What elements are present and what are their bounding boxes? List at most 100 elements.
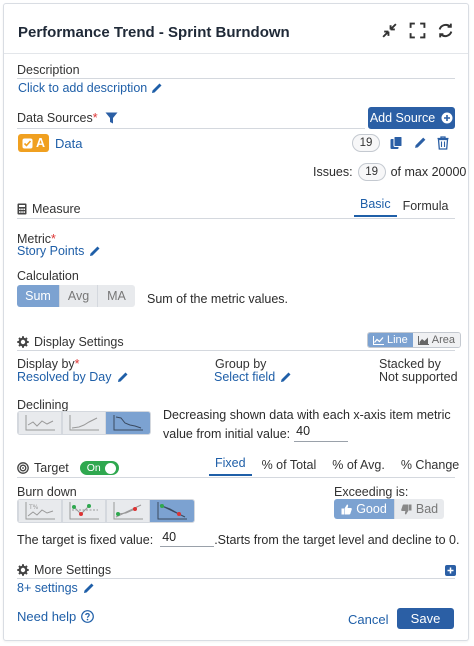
target-style-selector: T% [17, 499, 195, 523]
target-style-percent[interactable]: T% [18, 500, 62, 522]
fixed-target-suffix: .Starts from the target level and declin… [214, 533, 460, 547]
trash-icon[interactable] [437, 136, 449, 150]
metric-selector[interactable]: Story Points [17, 244, 101, 258]
declining-none[interactable] [18, 412, 62, 434]
tab-basic[interactable]: Basic [354, 197, 397, 217]
issues-summary: Issues: 19 of max 20000 [313, 163, 466, 181]
edit-icon[interactable] [414, 136, 427, 149]
pencil-icon [90, 246, 100, 256]
data-sources-label: Data Sources [17, 111, 93, 125]
tab-formula[interactable]: Formula [397, 199, 455, 217]
rising-target-icon [113, 502, 143, 520]
pencil-icon [152, 83, 162, 93]
tab-percent-avg[interactable]: % of Avg. [326, 458, 395, 476]
source-badge[interactable]: A [18, 134, 50, 152]
help-link[interactable]: Need help [17, 609, 95, 624]
display-by-selector[interactable]: Resolved by Day [17, 370, 129, 384]
add-description-link[interactable]: Click to add description [18, 81, 163, 95]
calc-avg[interactable]: Avg [59, 285, 97, 307]
tab-percent-change[interactable]: % Change [395, 458, 465, 476]
exceeding-bad[interactable]: Bad [394, 499, 444, 519]
burndown-target-icon [157, 502, 187, 520]
data-sources-heading: Data Sources * [17, 111, 118, 125]
declining-cumulative[interactable] [62, 412, 106, 434]
target-underline [17, 477, 455, 478]
target-icon [17, 462, 29, 474]
measure-label: Measure [32, 202, 81, 216]
source-letter: A [36, 136, 46, 150]
declining-initial-value-input[interactable]: 40 [294, 423, 349, 442]
issues-label: Issues: [313, 165, 353, 179]
chart-type-line-label: Line [387, 334, 408, 346]
display-by-value: Resolved by Day [17, 370, 112, 384]
more-settings-link[interactable]: 8+ settings [17, 581, 95, 595]
save-button[interactable]: Save [397, 608, 454, 629]
measure-tabs: Basic Formula [354, 197, 454, 217]
calculation-label: Calculation [17, 269, 79, 283]
group-by-selector[interactable]: Select field [214, 370, 292, 384]
fullscreen-icon[interactable] [409, 22, 426, 39]
calc-ma[interactable]: MA [97, 285, 135, 307]
expand-plus-icon[interactable] [445, 565, 456, 576]
description-underline [17, 78, 455, 79]
calc-sum[interactable]: Sum [17, 285, 59, 307]
data-source-row: A Data [18, 134, 83, 152]
display-label: Display Settings [34, 335, 124, 349]
header-divider [4, 53, 468, 54]
line-chart-icon [25, 415, 55, 431]
panel-title: Performance Trend - Sprint Burndown [18, 24, 290, 41]
gear-icon [17, 564, 29, 576]
stacked-by-label: Stacked by [379, 357, 441, 371]
thumbs-up-icon [341, 504, 353, 514]
declining-chart-icon [113, 415, 143, 431]
chart-type-area[interactable]: Area [412, 333, 461, 347]
fixed-target-input[interactable]: 40 [160, 530, 215, 547]
target-heading: Target On [17, 461, 119, 475]
fixed-target-row: The target is fixed value: 40 .Starts fr… [17, 530, 459, 547]
copy-icon[interactable] [390, 136, 403, 150]
burn-down-label: Burn down [17, 485, 77, 499]
chart-type-toggle: Line Area [367, 332, 462, 348]
refresh-icon[interactable] [437, 22, 454, 39]
exceeding-good[interactable]: Good [334, 499, 394, 519]
more-settings-underline [17, 578, 455, 579]
declining-description: Decreasing shown data with each x-axis i… [163, 407, 451, 442]
exceeding-label: Exceeding is: [334, 485, 409, 499]
target-style-burndown[interactable] [150, 500, 194, 522]
display-by-heading: Display by* [17, 357, 80, 371]
group-by-value: Select field [214, 370, 276, 384]
target-toggle[interactable]: On [79, 461, 119, 475]
chart-type-line[interactable]: Line [368, 333, 413, 347]
exceeding-good-label: Good [356, 502, 387, 516]
group-by-label: Group by [215, 357, 267, 371]
description-label: Description [17, 63, 80, 77]
declining-burndown[interactable] [106, 412, 150, 434]
exceeding-selector: Good Bad [334, 499, 444, 519]
tab-percent-total[interactable]: % of Total [252, 458, 327, 476]
line-chart-icon [373, 335, 384, 345]
pencil-icon [281, 372, 291, 382]
filter-icon[interactable] [105, 112, 118, 124]
target-style-rising[interactable] [106, 500, 150, 522]
more-settings-label: More Settings [34, 563, 112, 577]
issues-count: 19 [357, 163, 386, 181]
tab-fixed[interactable]: Fixed [209, 456, 252, 476]
issues-max: of max 20000 [390, 165, 467, 179]
header-actions [381, 22, 454, 39]
cancel-button[interactable]: Cancel [348, 612, 388, 627]
add-source-button[interactable]: Add Source [368, 107, 455, 129]
chart-type-area-label: Area [431, 334, 456, 346]
declining-selector [17, 411, 151, 435]
calculator-icon [17, 203, 27, 215]
display-underline [17, 350, 455, 351]
source-name-link[interactable]: Data [55, 136, 82, 151]
target-style-points[interactable] [62, 500, 106, 522]
help-label: Need help [17, 609, 77, 624]
plus-circle-icon [441, 112, 453, 124]
toggle-knob [104, 462, 116, 474]
calculation-selector: Sum Avg MA [17, 285, 135, 307]
target-label: Target [34, 461, 69, 475]
declining-desc-line1: Decreasing shown data with each x-axis i… [163, 408, 451, 422]
collapse-icon[interactable] [381, 22, 398, 39]
exceeding-bad-label: Bad [415, 502, 439, 516]
